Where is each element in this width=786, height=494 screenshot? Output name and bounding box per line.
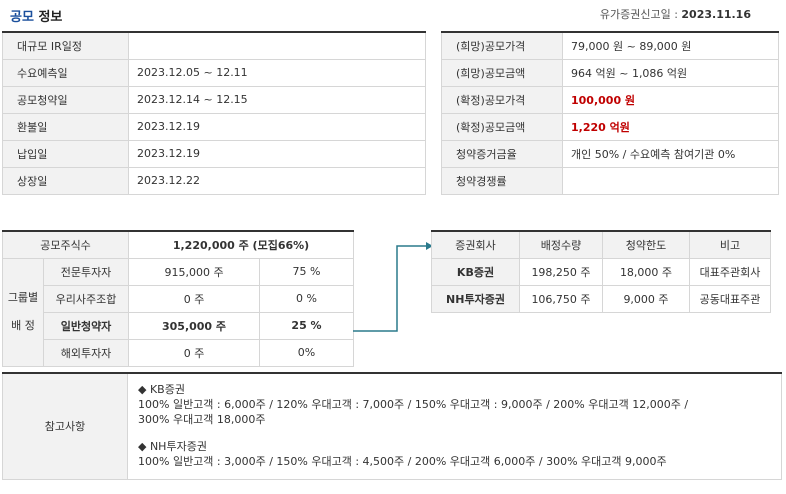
schedule-label: 수요예측일: [2, 58, 129, 87]
column-header: 비고: [689, 230, 771, 259]
schedule-value: 2023.12.05 ~ 12.11: [128, 58, 426, 87]
price-label: (확정)공모가격: [441, 85, 563, 114]
reference-content: ◆ KB증권 100% 일반고객 : 6,000주 / 120% 우대고객 : …: [127, 372, 782, 480]
underwriter-table: 증권회사 배정수량 청약한도 비고 KB증권 198,250 주 18,000 …: [431, 230, 771, 313]
price-label: (희망)공모가격: [441, 31, 563, 60]
column-header: 증권회사: [431, 230, 520, 259]
total-shares-value: 1,220,000 주 (모집66%): [128, 230, 355, 259]
allocation-table: 공모주식수 1,220,000 주 (모집66%) 그룹별 배 정 전문투자자 …: [1, 230, 355, 367]
underwriter-limit: 18,000 주: [602, 257, 690, 286]
price-table: (희망)공모가격 79,000 원 ~ 89,000 원 (희망)공모금액 964 …: [441, 31, 779, 195]
table-row: 환불일 2023.12.19: [2, 112, 426, 141]
table-row: 수요예측일 2023.12.05 ~ 12.11: [2, 58, 426, 87]
reference-nh-title: ◆ NH투자증권: [138, 439, 207, 453]
table-row: NH투자증권 106,750 주 9,000 주 공동대표주관: [431, 284, 771, 313]
table-row: (확정)공모가격 100,000 원: [441, 85, 779, 114]
allocation-shares: 0 주: [128, 338, 261, 367]
price-label: (확정)공모금액: [441, 112, 563, 141]
allocation-name: 전문투자자: [42, 257, 130, 286]
schedule-value: 2023.12.22: [128, 166, 426, 195]
price-label: 청약경쟁률: [441, 166, 563, 195]
allocation-pct: 75 %: [259, 257, 355, 286]
allocation-name: 해외투자자: [42, 338, 130, 367]
table-row: 우리사주조합 0 주 0 %: [3, 284, 355, 313]
table-row: (희망)공모가격 79,000 원 ~ 89,000 원: [441, 31, 779, 60]
underwriter-qty: 106,750 주: [519, 284, 603, 313]
table-row: 일반청약자 305,000 주 25 %: [3, 311, 355, 340]
underwriter-note: 대표주관회사: [689, 257, 771, 286]
table-row: 상장일 2023.12.22: [2, 166, 426, 195]
price-value: 개인 50% / 수요예측 참여기관 0%: [562, 139, 779, 168]
reference-kb-line: 300% 우대고객 18,000주: [138, 412, 266, 426]
page-title-main: 공모: [10, 10, 34, 25]
page-title: 공모 정보: [10, 6, 62, 25]
price-value: 79,000 원 ~ 89,000 원: [562, 31, 779, 60]
table-row: 참고사항 ◆ KB증권 100% 일반고객 : 6,000주 / 120% 우대…: [2, 372, 782, 480]
reference-kb-title: ◆ KB증권: [138, 382, 185, 396]
allocation-shares: 915,000 주: [128, 257, 261, 286]
reference-spacer: [138, 427, 771, 439]
arrow-connector-icon: [353, 242, 433, 332]
column-header: 청약한도: [602, 230, 690, 259]
schedule-label: 상장일: [2, 166, 129, 195]
table-row: 공모청약일 2023.12.14 ~ 12.15: [2, 85, 426, 114]
reference-table: 참고사항 ◆ KB증권 100% 일반고객 : 6,000주 / 120% 우대…: [2, 372, 782, 480]
table-header-row: 증권회사 배정수량 청약한도 비고: [431, 230, 771, 259]
reference-label: 참고사항: [2, 372, 128, 480]
confirmed-amount-value: 1,220 억원: [562, 112, 779, 141]
confirmed-price-value: 100,000 원: [562, 85, 779, 114]
allocation-name: 일반청약자: [42, 311, 130, 340]
schedule-value: 2023.12.19: [128, 112, 426, 141]
allocation-pct: 0 %: [259, 284, 355, 313]
report-date-value: 2023.11.16: [681, 8, 751, 21]
group-allocation-label-line1: 그룹별: [7, 291, 39, 304]
report-date: 유가증권신고일 : 2023.11.16: [600, 6, 751, 22]
schedule-value: 2023.12.19: [128, 139, 426, 168]
page-title-sub: 정보: [38, 10, 63, 25]
schedule-label: 대규모 IR일정: [2, 31, 129, 60]
reference-nh-line: 100% 일반고객 : 3,000주 / 150% 우대고객 : 4,500주 …: [138, 454, 667, 468]
schedule-label: 납입일: [2, 139, 129, 168]
group-allocation-label: 그룹별 배 정: [2, 257, 44, 367]
table-row: (희망)공모금액 964 억원 ~ 1,086 억원: [441, 58, 779, 87]
reference-kb-line: 100% 일반고객 : 6,000주 / 120% 우대고객 : 7,000주 …: [138, 397, 689, 411]
table-row: 그룹별 배 정 전문투자자 915,000 주 75 %: [2, 257, 355, 367]
underwriter-note: 공동대표주관: [689, 284, 771, 313]
allocation-name: 우리사주조합: [42, 284, 130, 313]
price-value: 964 억원 ~ 1,086 억원: [562, 58, 779, 87]
table-row: 청약증거금율 개인 50% / 수요예측 참여기관 0%: [441, 139, 779, 168]
price-label: 청약증거금율: [441, 139, 563, 168]
group-allocation-label-line2: 배 정: [11, 319, 35, 332]
table-row: 공모주식수 1,220,000 주 (모집66%): [1, 230, 355, 259]
underwriter-limit: 9,000 주: [602, 284, 690, 313]
price-label: (희망)공모금액: [441, 58, 563, 87]
table-row: 납입일 2023.12.19: [2, 139, 426, 168]
schedule-table: 대규모 IR일정 수요예측일 2023.12.05 ~ 12.11 공모청약일 20…: [2, 31, 426, 195]
price-value: [562, 166, 779, 195]
schedule-label: 공모청약일: [2, 85, 129, 114]
table-row: 청약경쟁률: [441, 166, 779, 195]
allocation-pct: 25 %: [259, 311, 355, 340]
underwriter-qty: 198,250 주: [519, 257, 603, 286]
table-row: (확정)공모금액 1,220 억원: [441, 112, 779, 141]
report-date-label: 유가증권신고일 :: [599, 8, 678, 21]
column-header: 배정수량: [519, 230, 603, 259]
schedule-label: 환불일: [2, 112, 129, 141]
total-shares-label: 공모주식수: [1, 230, 130, 259]
table-row: 해외투자자 0 주 0%: [3, 338, 355, 367]
allocation-pct: 0%: [259, 338, 355, 367]
allocation-shares: 305,000 주: [128, 311, 261, 340]
underwriter-name: KB증권: [431, 257, 520, 286]
allocation-shares: 0 주: [128, 284, 261, 313]
schedule-value: [128, 31, 426, 60]
table-row: KB증권 198,250 주 18,000 주 대표주관회사: [431, 257, 771, 286]
schedule-value: 2023.12.14 ~ 12.15: [128, 85, 426, 114]
underwriter-name: NH투자증권: [431, 284, 520, 313]
table-row: 대규모 IR일정: [2, 31, 426, 60]
